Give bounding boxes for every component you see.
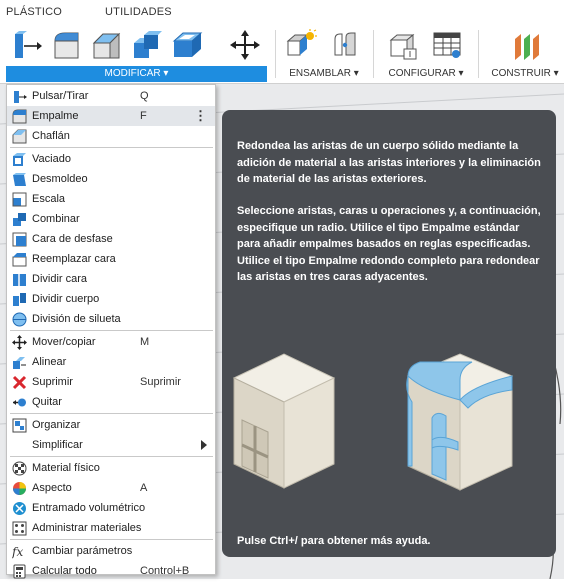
fillet-icon[interactable] <box>50 26 84 64</box>
combine-icon[interactable] <box>130 26 164 64</box>
menu-item-move-copy[interactable]: Mover/copiar M <box>7 332 215 352</box>
modify-group-button[interactable]: MODIFICAR ▾ <box>6 66 267 82</box>
menu-item-align[interactable]: Alinear <box>7 352 215 372</box>
chamfer-icon <box>12 129 27 144</box>
configure-group-button[interactable]: CONFIGURAR ▾ <box>378 66 474 82</box>
menu-item-simplify[interactable]: Simplificar <box>7 435 215 455</box>
menu-item-physical-material[interactable]: Material físico <box>7 458 215 478</box>
menu-item-split-body[interactable]: Dividir cuerpo <box>7 289 215 309</box>
move-icon <box>12 335 27 350</box>
separator <box>478 30 479 78</box>
block-before-illustration <box>232 353 336 489</box>
menu-item-split-face[interactable]: Dividir cara <box>7 269 215 289</box>
submenu-arrow-icon <box>201 440 207 450</box>
draft-icon <box>12 172 27 187</box>
separator <box>373 30 374 78</box>
delete-icon <box>12 375 27 390</box>
fillet-icon <box>12 109 27 124</box>
menu-item-chamfer[interactable]: Chaflán <box>7 126 215 146</box>
tooltip-description: Redondea las aristas de un cuerpo sólido… <box>237 140 541 185</box>
separator <box>275 30 276 78</box>
change-parameters-icon: fx <box>11 544 27 559</box>
menu-item-silhouette-split[interactable]: División de silueta <box>7 309 215 329</box>
align-icon <box>12 355 27 370</box>
menu-item-compute-all[interactable]: Calcular todo Control+B <box>7 561 215 581</box>
assemble-group-button[interactable]: ENSAMBLAR ▾ <box>278 66 370 82</box>
combine-icon <box>12 212 27 227</box>
menu-item-arrange[interactable]: Organizar <box>7 415 215 435</box>
silhouette-split-icon <box>12 312 27 327</box>
offset-face-icon <box>12 232 27 247</box>
remove-icon <box>12 395 27 410</box>
menu-item-change-parameters[interactable]: fx Cambiar parámetros <box>7 541 215 561</box>
configure-table-icon[interactable] <box>386 26 420 64</box>
tool-row <box>0 26 564 66</box>
menu-item-volumetric-lattice[interactable]: Entramado volumétrico <box>7 498 215 518</box>
physical-material-icon <box>12 461 27 476</box>
tab-utilities[interactable]: UTILIDADES <box>105 6 172 18</box>
menu-item-shell[interactable]: Vaciado <box>7 149 215 169</box>
menu-item-fillet[interactable]: Empalme F ⋮ <box>7 106 215 126</box>
shell-icon[interactable] <box>170 26 204 64</box>
menu-item-manage-materials[interactable]: Administrar materiales <box>7 518 215 538</box>
joint-icon[interactable] <box>328 26 362 64</box>
tooltip-instructions: Seleccione aristas, caras u operaciones … <box>237 205 541 283</box>
press-pull-icon <box>12 89 27 104</box>
menu-item-press-pull[interactable]: Pulsar/Tirar Q <box>7 86 215 106</box>
tooltip-help-hint: Pulse Ctrl+/ para obtener más ayuda. <box>237 535 431 547</box>
parameter-table-icon[interactable] <box>430 26 464 64</box>
split-face-icon <box>12 272 27 287</box>
menu-item-remove[interactable]: Quitar <box>7 392 215 412</box>
menu-item-scale[interactable]: Escala <box>7 189 215 209</box>
menu-divider <box>10 413 213 414</box>
menu-item-appearance[interactable]: Aspecto A <box>7 478 215 498</box>
menu-item-delete[interactable]: Suprimir Suprimir <box>7 372 215 392</box>
chamfer-icon[interactable] <box>90 26 124 64</box>
block-after-illustration <box>406 353 514 491</box>
tab-plastic[interactable]: PLÁSTICO <box>6 6 62 18</box>
shell-icon <box>12 152 27 167</box>
fillet-illustration <box>232 353 514 491</box>
workspace-tabs: PLÁSTICO UTILIDADES <box>0 0 564 22</box>
menu-divider <box>10 456 213 457</box>
replace-face-icon <box>12 252 27 267</box>
menu-item-combine[interactable]: Combinar <box>7 209 215 229</box>
svg-text:fx: fx <box>12 545 23 559</box>
more-options-icon[interactable]: ⋮ <box>194 108 207 124</box>
compute-all-icon <box>12 564 27 579</box>
press-pull-icon[interactable] <box>10 26 44 64</box>
menu-item-draft[interactable]: Desmoldeo <box>7 169 215 189</box>
move-icon[interactable] <box>228 26 262 64</box>
menu-item-replace-face[interactable]: Reemplazar cara <box>7 249 215 269</box>
appearance-icon <box>12 481 27 496</box>
scale-icon <box>12 192 27 207</box>
construct-group-button[interactable]: CONSTRUIR ▾ <box>486 66 564 82</box>
menu-divider <box>10 330 213 331</box>
manage-materials-icon <box>12 521 27 536</box>
menu-divider <box>10 147 213 148</box>
arrange-icon <box>12 418 27 433</box>
split-body-icon <box>12 292 27 307</box>
fillet-tooltip: Redondea las aristas de un cuerpo sólido… <box>222 110 556 557</box>
modify-menu: Pulsar/Tirar Q Empalme F ⋮ Chaflán Vacia… <box>6 84 216 579</box>
menu-divider <box>10 539 213 540</box>
toolbar: PLÁSTICO UTILIDADES MODIFICAR ▾ ENSAMBLA… <box>0 0 564 84</box>
new-component-icon[interactable] <box>284 26 318 64</box>
menu-item-offset-face[interactable]: Cara de desfase <box>7 229 215 249</box>
volumetric-lattice-icon <box>12 501 27 516</box>
offset-plane-icon[interactable] <box>510 26 544 64</box>
